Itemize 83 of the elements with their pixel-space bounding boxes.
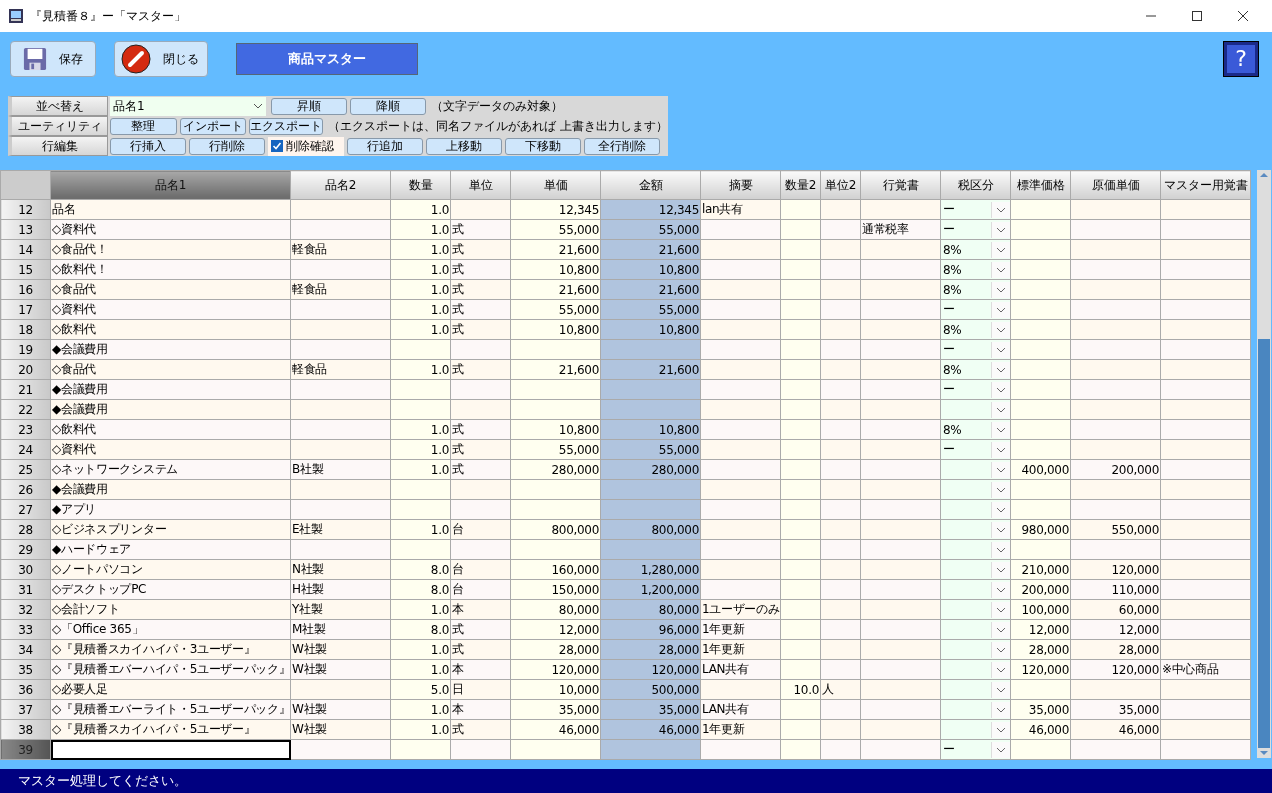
row-number[interactable]: 32 [0, 599, 51, 620]
app-icon [8, 8, 24, 24]
row-label: 並べ替え [8, 96, 108, 116]
chevron-down-icon [991, 601, 1010, 618]
row-number[interactable]: 30 [0, 559, 51, 580]
column-header[interactable]: 数量2 [780, 170, 821, 200]
window-title: 『見積番８』ー「マスター」 [30, 7, 186, 25]
column-header[interactable]: 品名1 [50, 170, 291, 200]
row-number[interactable]: 19 [0, 339, 51, 360]
column-header[interactable]: 金額 [600, 170, 701, 200]
row-number[interactable]: 17 [0, 299, 51, 320]
row-number[interactable]: 34 [0, 639, 51, 660]
chevron-down-icon [253, 103, 263, 109]
delete-confirm-checkbox[interactable]: 削除確認 [268, 136, 344, 156]
row-number[interactable]: 18 [0, 319, 51, 340]
row-number[interactable]: 27 [0, 499, 51, 520]
row-edit-button[interactable]: 行削除 [189, 137, 265, 155]
chevron-down-icon [991, 581, 1010, 598]
column-header[interactable]: 摘要 [700, 170, 781, 200]
row-edit-button[interactable]: 行挿入 [110, 137, 186, 155]
row-number[interactable]: 22 [0, 399, 51, 420]
row-number[interactable]: 25 [0, 459, 51, 480]
column-header[interactable]: 標準価格 [1010, 170, 1071, 200]
sort-button[interactable]: 降順 [350, 97, 426, 115]
row-number[interactable]: 15 [0, 259, 51, 280]
row-edit-button[interactable]: 全行削除 [584, 137, 660, 155]
no-entry-icon [121, 44, 151, 74]
column-header[interactable]: 税区分 [940, 170, 1011, 200]
export-note: （エクスポートは、同名ファイルがあれば 上書き出力します） [327, 117, 668, 135]
utility-button[interactable]: インポート [179, 117, 247, 135]
column-header[interactable]: 原価単価 [1070, 170, 1161, 200]
column-header[interactable]: 単位 [450, 170, 511, 200]
row-edit-button[interactable]: 上移動 [426, 137, 502, 155]
row-number[interactable]: 16 [0, 279, 51, 300]
maximize-icon[interactable] [1192, 11, 1202, 21]
row-number[interactable]: 23 [0, 419, 51, 440]
row-number[interactable]: 14 [0, 239, 51, 260]
chevron-down-icon [991, 721, 1010, 738]
close-icon[interactable] [1238, 11, 1248, 21]
row-number[interactable]: 31 [0, 579, 51, 600]
vertical-scrollbar[interactable] [1257, 170, 1271, 758]
save-button[interactable]: 保存 [10, 41, 96, 77]
chevron-down-icon [991, 461, 1010, 478]
row-number[interactable]: 33 [0, 619, 51, 640]
chevron-down-icon [991, 521, 1010, 538]
chevron-down-icon [991, 701, 1010, 718]
column-header[interactable]: 単価 [510, 170, 601, 200]
row-edit-button[interactable]: 下移動 [505, 137, 581, 155]
scroll-up-icon[interactable] [1258, 170, 1270, 180]
row-number[interactable]: 35 [0, 659, 51, 680]
row-number[interactable]: 12 [0, 199, 51, 220]
row-edit-button[interactable]: 行追加 [347, 137, 423, 155]
column-header[interactable]: 単位2 [820, 170, 861, 200]
sort-button[interactable]: 昇順 [271, 97, 347, 115]
utility-button[interactable]: エクスポート [249, 117, 324, 135]
row-number[interactable]: 36 [0, 679, 51, 700]
screen-title: 商品マスター [236, 43, 418, 75]
column-header[interactable]: 数量 [390, 170, 451, 200]
column-header[interactable]: 行覚書 [860, 170, 941, 200]
status-message: マスター処理してください。 [18, 772, 187, 790]
row-number[interactable]: 20 [0, 359, 51, 380]
chevron-down-icon [991, 641, 1010, 658]
row-label: 行編集 [8, 136, 108, 156]
row-number[interactable]: 26 [0, 479, 51, 500]
row-number[interactable]: 29 [0, 539, 51, 560]
utility-button[interactable]: 整理 [110, 117, 177, 135]
sort-note: （文字データのみ対象） [430, 97, 563, 115]
sort-field-select[interactable]: 品名1 [110, 96, 266, 116]
row-number[interactable]: 21 [0, 379, 51, 400]
column-header[interactable]: マスター用覚書 [1160, 170, 1251, 200]
row-number[interactable]: 37 [0, 699, 51, 720]
close-button[interactable]: 閉じる [114, 41, 208, 77]
help-button[interactable]: ? [1224, 42, 1258, 76]
row-number[interactable]: 28 [0, 519, 51, 540]
row-label: ユーティリティ [8, 116, 108, 136]
column-header[interactable]: 品名2 [290, 170, 391, 200]
check-icon [272, 141, 282, 151]
chevron-down-icon [991, 661, 1010, 678]
chevron-down-icon [991, 621, 1010, 638]
row-number[interactable]: 38 [0, 719, 51, 740]
chevron-down-icon [991, 561, 1010, 578]
row-number[interactable]: 24 [0, 439, 51, 460]
row-number[interactable]: 13 [0, 219, 51, 240]
